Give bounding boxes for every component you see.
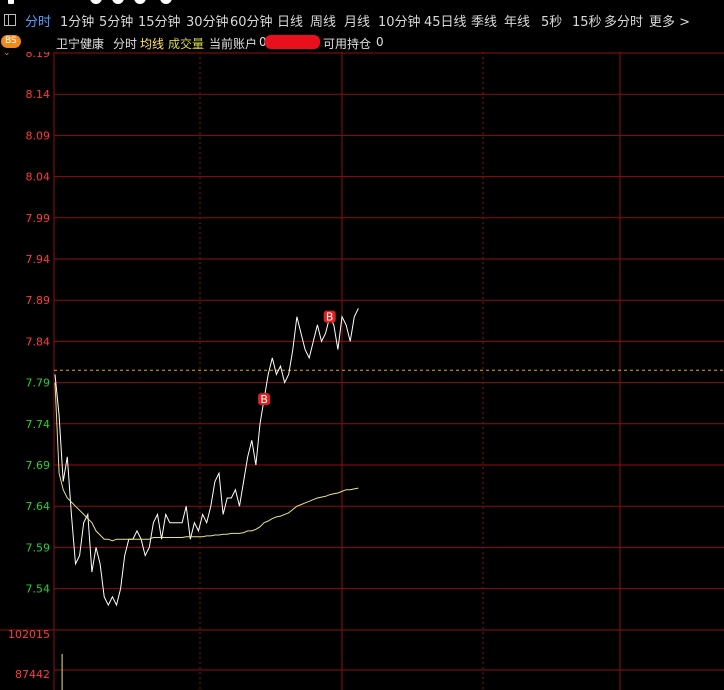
position-label: 可用持仓	[323, 37, 372, 51]
price-tick-label: 7.79	[26, 377, 51, 390]
top-window-decoration	[0, 0, 724, 6]
buy-marker-label: B	[260, 393, 268, 406]
price-line	[54, 308, 359, 607]
info-bar: BS ⌄ 卫宁健康 分时 均线 成交量 当前账户 0 可用持仓 0	[0, 34, 724, 58]
buy-marker-label: B	[326, 311, 334, 324]
avg-line-label: 均线	[140, 37, 165, 51]
position-value: 0	[376, 35, 384, 49]
price-tick-label: 8.14	[26, 88, 51, 101]
volume-tick-label: 102015	[8, 628, 50, 641]
tab-2[interactable]: 1分钟	[60, 11, 94, 30]
panel-toggle-icon[interactable]	[4, 14, 16, 26]
volume-label: 成交量	[168, 37, 205, 51]
bs-badge[interactable]: BS	[1, 35, 21, 48]
price-tick-label: 7.99	[26, 212, 51, 225]
redaction-mark	[265, 35, 320, 49]
tab-1[interactable]: 分时	[25, 11, 51, 30]
tab-11[interactable]: 45日线	[424, 11, 467, 30]
tab-5[interactable]: 30分钟	[186, 11, 229, 30]
tab-13[interactable]: 年线	[504, 11, 530, 30]
account-label: 当前账户	[209, 37, 258, 51]
tab-6[interactable]: 60分钟	[230, 11, 273, 30]
price-tick-label: 8.19	[26, 52, 51, 60]
mode-label: 分时	[113, 37, 138, 51]
tab-4[interactable]: 15分钟	[138, 11, 181, 30]
tab-17[interactable]: 更多 >	[649, 11, 690, 30]
average-line	[54, 382, 359, 542]
tab-16[interactable]: 多分时	[604, 11, 643, 30]
price-tick-label: 8.09	[26, 129, 51, 142]
tab-9[interactable]: 月线	[344, 11, 370, 30]
tab-7[interactable]: 日线	[277, 11, 303, 30]
price-tick-label: 7.84	[26, 335, 51, 348]
tab-14[interactable]: 5秒	[541, 11, 562, 30]
price-tick-label: 7.59	[26, 541, 51, 554]
price-tick-label: 7.74	[26, 418, 51, 431]
price-tick-label: 7.54	[26, 583, 51, 596]
tab-8[interactable]: 周线	[310, 11, 336, 30]
price-tick-label: 8.04	[26, 171, 51, 184]
volume-tick-label: 87442	[15, 668, 50, 681]
price-tick-label: 7.64	[26, 500, 51, 513]
tab-12[interactable]: 季线	[471, 11, 497, 30]
price-tick-label: 7.89	[26, 294, 51, 307]
tab-10[interactable]: 10分钟	[378, 11, 421, 30]
tab-3[interactable]: 5分钟	[99, 11, 133, 30]
period-toolbar: 分时 1分钟 5分钟 15分钟 30分钟 60分钟 日线 周线 月线 10分钟 45日线 季线 年线 5秒…	[0, 8, 724, 34]
price-tick-label: 7.94	[26, 253, 51, 266]
tab-15[interactable]: 15秒	[572, 11, 602, 30]
intraday-chart[interactable]: 8.19 8.14 8.09 8.04 7.99 7.94 7.89 7.84 7.79 7.74…	[0, 52, 724, 690]
price-tick-label: 7.69	[26, 459, 51, 472]
stock-name: 卫宁健康	[56, 37, 105, 51]
